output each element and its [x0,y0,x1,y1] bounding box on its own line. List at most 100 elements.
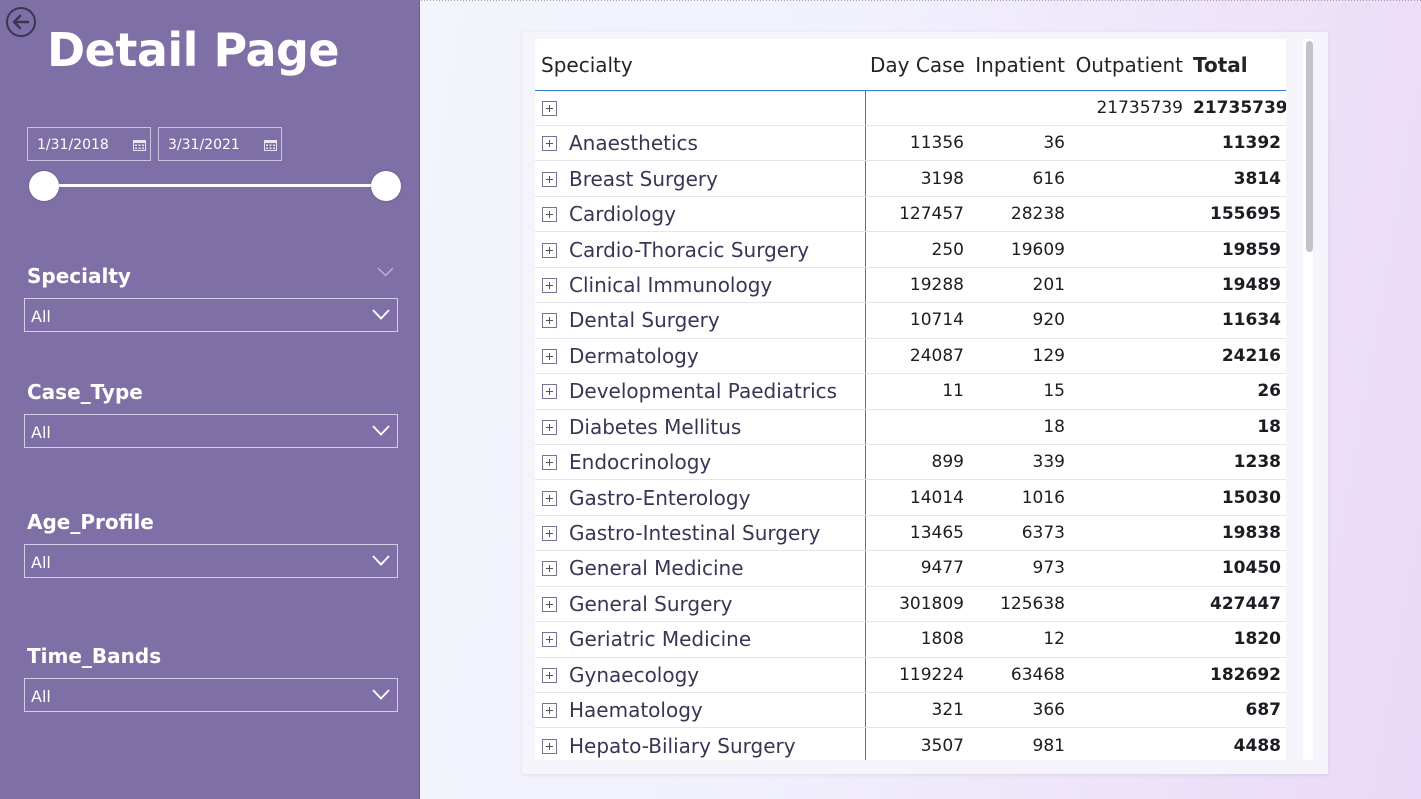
specialty-name: Anaesthetics [569,131,698,156]
date-slider-start-handle[interactable] [29,171,59,201]
specialty-name: Diabetes Mellitus [569,414,742,439]
day-case-cell: 11356 [865,125,969,162]
outpatient-cell [1070,338,1188,375]
outpatient-cell [1070,125,1188,162]
day-case-cell: 24087 [865,338,969,375]
specialty-cell: Clinical Immunology [535,267,866,304]
day-case-cell: 14014 [865,479,969,516]
total-cell: 19859 [1188,231,1286,268]
table-row: Dental Surgery 10714 920 11634 [535,302,1286,339]
specialty-name: Cardio-Thoracic Surgery [569,237,810,262]
inpatient-cell: 12 [969,621,1070,658]
expand-plus-icon[interactable] [542,313,557,329]
chevron-down-icon[interactable] [377,267,394,277]
table-row: General Medicine 9477 973 10450 [535,550,1286,587]
specialty-name: Dental Surgery [569,308,720,333]
start-date-input[interactable]: 1/31/2018 [27,127,151,161]
expand-plus-icon[interactable] [542,561,557,577]
age-profile-dropdown[interactable]: All [24,544,398,578]
expand-plus-icon[interactable] [542,207,557,223]
table-row: Dermatology 24087 129 24216 [535,338,1286,375]
total-cell: 24216 [1188,338,1286,375]
inpatient-cell [969,90,1070,126]
inpatient-cell: 973 [969,550,1070,587]
day-case-cell: 119224 [865,657,969,694]
day-case-cell: 13465 [865,515,969,552]
day-case-cell: 1808 [865,621,969,658]
inpatient-cell: 28238 [969,196,1070,233]
total-cell: 18 [1188,409,1286,445]
date-range-slider-track[interactable] [44,184,386,187]
specialty-dropdown[interactable]: All [24,298,398,332]
total-cell: 1238 [1188,444,1286,481]
inpatient-cell: 15 [969,373,1070,410]
specialty-cell: General Medicine [535,550,866,587]
page-top-border [421,0,1421,1]
specialty-cell: Endocrinology [535,444,866,481]
case-type-dropdown[interactable]: All [24,414,398,448]
chevron-down-icon [372,309,390,320]
specialty-name: General Surgery [569,591,733,616]
specialty-dropdown-value: All [31,307,51,326]
column-header-total[interactable]: Total [1188,39,1286,91]
specialty-cell: Gastro-Intestinal Surgery [535,515,866,552]
expand-plus-icon[interactable] [542,632,557,648]
expand-plus-icon[interactable] [542,277,557,293]
table-row: Gastro-Enterology 14014 1016 15030 [535,479,1286,516]
specialty-table: Specialty Day Case Inpatient Outpatient … [535,39,1286,760]
inpatient-cell: 339 [969,444,1070,481]
expand-plus-icon[interactable] [542,419,557,435]
expand-plus-icon[interactable] [542,667,557,683]
specialty-cell: Gynaecology [535,657,866,694]
table-header-row: Specialty Day Case Inpatient Outpatient … [535,39,1286,91]
outpatient-cell [1070,231,1188,268]
day-case-cell: 11 [865,373,969,410]
total-cell: 1820 [1188,621,1286,658]
total-cell: 26 [1188,373,1286,410]
day-case-cell: 250 [865,231,969,268]
expand-plus-icon[interactable] [542,136,557,152]
expand-plus-icon[interactable] [542,490,557,506]
expand-plus-icon[interactable] [542,703,557,719]
calendar-icon[interactable] [133,139,146,151]
time-bands-dropdown[interactable]: All [24,678,398,712]
total-cell: 11634 [1188,302,1286,339]
total-cell: 15030 [1188,479,1286,516]
expand-plus-icon[interactable] [542,348,557,364]
case-type-dropdown-value: All [31,423,51,442]
expand-plus-icon[interactable] [542,171,557,187]
date-slider-end-handle[interactable] [371,171,401,201]
end-date-input[interactable]: 3/31/2021 [158,127,282,161]
expand-plus-icon[interactable] [542,101,557,116]
outpatient-cell [1070,302,1188,339]
outpatient-cell [1070,479,1188,516]
back-button[interactable] [6,7,36,37]
column-header-outpatient[interactable]: Outpatient [1070,39,1188,91]
total-cell: 687 [1188,692,1286,729]
calendar-icon[interactable] [264,139,277,151]
inpatient-cell: 920 [969,302,1070,339]
end-date-value: 3/31/2021 [168,137,240,153]
expand-plus-icon[interactable] [542,738,557,754]
column-header-inpatient[interactable]: Inpatient [969,39,1070,91]
specialty-name: Dermatology [569,343,699,368]
table-row: Clinical Immunology 19288 201 19489 [535,267,1286,304]
outpatient-cell [1070,267,1188,304]
total-cell: 11392 [1188,125,1286,162]
expand-plus-icon[interactable] [542,455,557,471]
total-cell: 19489 [1188,267,1286,304]
specialty-cell: Gastro-Enterology [535,479,866,516]
table-row: Cardiology 127457 28238 155695 [535,196,1286,233]
total-cell: 4488 [1188,727,1286,760]
table-scrollbar-thumb[interactable] [1306,41,1313,252]
column-header-specialty[interactable]: Specialty [535,39,865,91]
specialty-cell: Dental Surgery [535,302,866,339]
expand-plus-icon[interactable] [542,596,557,612]
expand-plus-icon[interactable] [542,384,557,400]
chevron-down-icon [372,689,390,700]
expand-plus-icon[interactable] [542,242,557,258]
expand-plus-icon[interactable] [542,526,557,542]
table-row: Breast Surgery 3198 616 3814 [535,160,1286,197]
specialty-name: Haematology [569,698,703,723]
column-header-day-case[interactable]: Day Case [865,39,969,91]
